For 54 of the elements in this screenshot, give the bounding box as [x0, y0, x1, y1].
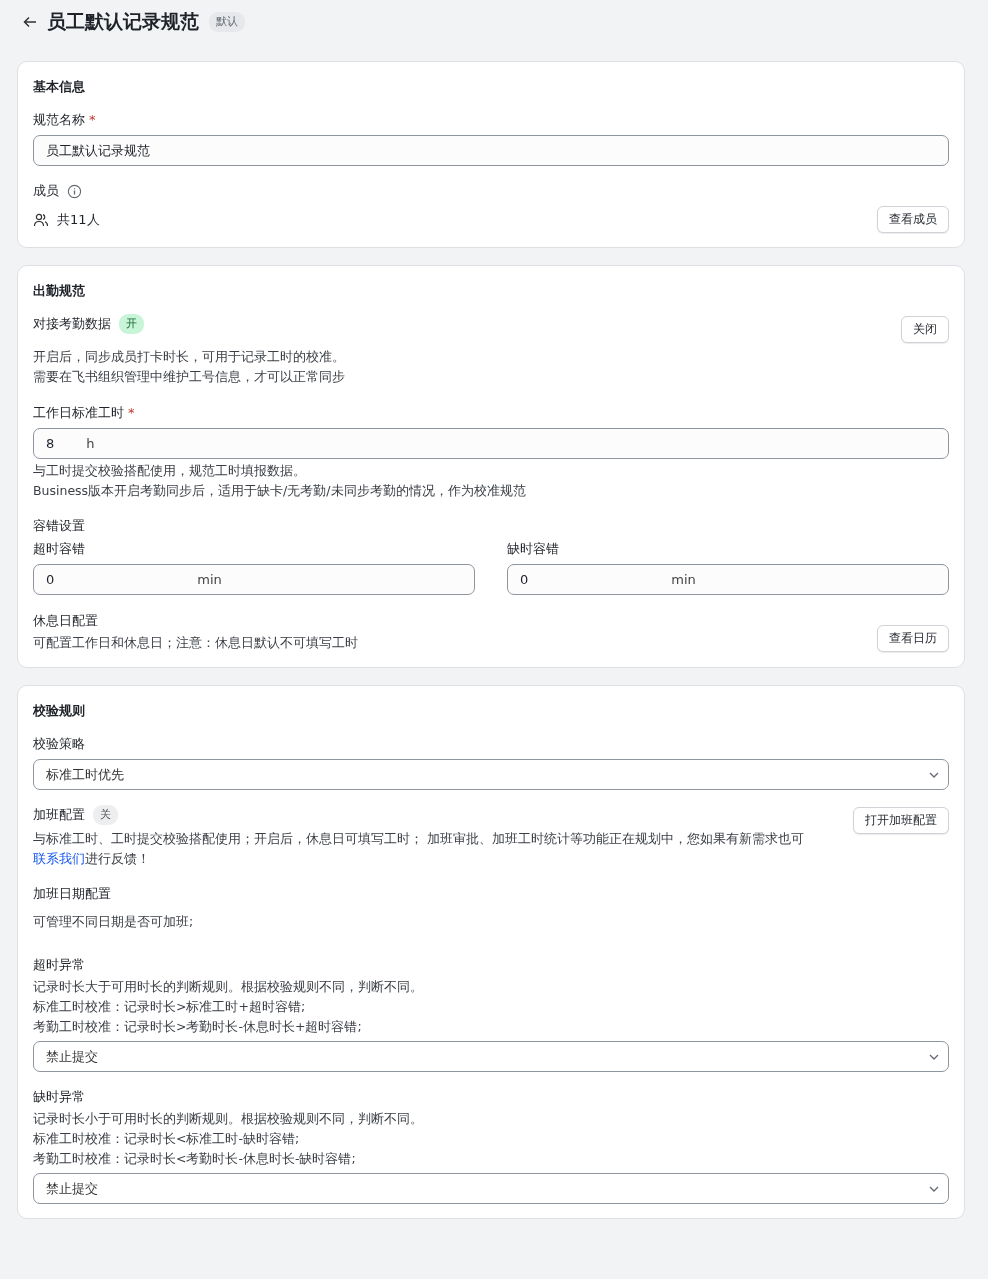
- back-arrow-icon[interactable]: [23, 16, 37, 28]
- contact-us-link[interactable]: 联系我们: [33, 851, 85, 866]
- section-title: 基本信息: [33, 78, 86, 96]
- required-mark: *: [128, 404, 135, 422]
- field-label: 缺时异常: [33, 1088, 85, 1106]
- field-label: 成员: [33, 182, 59, 200]
- field-label: 加班配置: [33, 806, 85, 824]
- status-tag: 关: [93, 805, 118, 825]
- unit-label: min: [197, 572, 222, 587]
- field-label: 缺时容错: [507, 540, 559, 558]
- status-tag: 开: [119, 314, 144, 334]
- tolerance-input-field[interactable]: 0 min: [507, 564, 949, 595]
- description-text: 需要在飞书组织管理中维护工号信息，才可以正常同步: [33, 368, 346, 386]
- rule-text: 考勤工时校准：记录时长<考勤时长-休息时长-缺时容错;: [33, 1150, 357, 1168]
- field-label: 工作日标准工时: [33, 404, 124, 422]
- field-label: 规范名称: [33, 111, 85, 129]
- rule-text: 标准工时校准：记录时长<标准工时-缺时容错;: [33, 1130, 301, 1148]
- required-mark: *: [89, 111, 96, 129]
- default-tag: 默认: [209, 12, 245, 32]
- section-title: 出勤规范: [33, 282, 86, 300]
- rule-text: 考勤工时校准：记录时长>考勤时长-休息时长+超时容错;: [33, 1018, 363, 1036]
- page-title: 员工默认记录规范: [47, 9, 199, 34]
- tolerance-input-field[interactable]: 0 min: [33, 564, 475, 595]
- help-text: 与工时提交校验搭配使用，规范工时填报数据。: [33, 462, 307, 480]
- field-label: 休息日配置: [33, 612, 98, 630]
- field-label: 超时容错: [33, 540, 85, 558]
- view-calendar-button[interactable]: 查看日历: [877, 625, 949, 652]
- field-label: 对接考勤数据: [33, 315, 111, 333]
- unit-label: min: [671, 572, 696, 587]
- exception-select[interactable]: 禁止提交: [33, 1041, 949, 1072]
- member-count: 共11人: [57, 210, 100, 229]
- rule-text: 标准工时校准：记录时长>标准工时+超时容错;: [33, 998, 307, 1016]
- description-text: 与标准工时、工时提交校验搭配使用；开启后，休息日可填写工时； 加班审批、加班工时统计等功能正在规划中，您如果有新需求也可 联系我们进行反馈！: [33, 830, 804, 868]
- field-label: 校验策略: [33, 735, 85, 753]
- open-overtime-button[interactable]: 打开加班配置: [853, 807, 949, 834]
- description-text: 开启后，同步成员打卡时长，可用于记录工时的校准。: [33, 348, 346, 366]
- description-text: 可管理不同日期是否可加班;: [33, 913, 195, 931]
- users-icon: [33, 211, 49, 228]
- exception-select[interactable]: 禁止提交: [33, 1173, 949, 1204]
- help-text: Business版本开启考勤同步后，适用于缺卡/无考勤/未同步考勤的情况，作为校准规范: [33, 482, 527, 500]
- field-label: 容错设置: [33, 517, 85, 535]
- info-icon[interactable]: [67, 183, 82, 199]
- section-title: 校验规则: [33, 702, 86, 720]
- field-label: 超时异常: [33, 956, 85, 974]
- name-input-field[interactable]: 员工默认记录规范: [33, 135, 949, 166]
- unit-label: h: [86, 436, 95, 451]
- hours-input-field[interactable]: 8 h: [33, 428, 949, 459]
- close-sync-button[interactable]: 关闭: [901, 316, 949, 343]
- field-label: 加班日期配置: [33, 885, 111, 903]
- strategy-select[interactable]: 标准工时优先: [33, 759, 949, 790]
- rule-text: 记录时长小于可用时长的判断规则。根据校验规则不同，判断不同。: [33, 1110, 424, 1128]
- view-members-button[interactable]: 查看成员: [877, 206, 949, 233]
- rule-text: 记录时长大于可用时长的判断规则。根据校验规则不同，判断不同。: [33, 978, 424, 996]
- description-text: 可配置工作日和休息日；注意：休息日默认不可填写工时: [33, 634, 358, 652]
